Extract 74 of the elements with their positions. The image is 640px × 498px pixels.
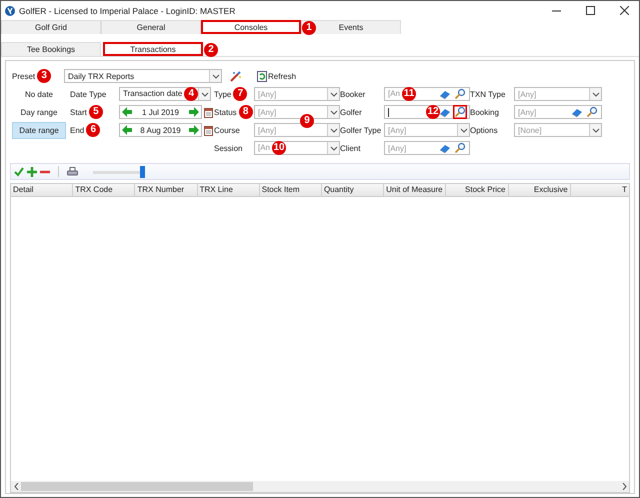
slider-thumb[interactable] xyxy=(140,166,145,178)
printer-icon[interactable] xyxy=(67,166,78,176)
search-icon[interactable] xyxy=(453,105,467,119)
tab[interactable]: Tee Bookings xyxy=(1,42,101,56)
callout-badge: 2 xyxy=(204,43,218,57)
field-label: Course xyxy=(214,126,240,134)
scroll-right-icon[interactable] xyxy=(622,483,626,490)
date-mode-button[interactable]: No date xyxy=(12,86,66,102)
app-logo-icon[interactable] xyxy=(5,6,15,16)
callout-badge: 3 xyxy=(37,69,52,83)
date-mode-button[interactable]: Date range xyxy=(12,122,66,138)
column-header[interactable]: Quantity xyxy=(322,184,384,196)
field-label: Booking xyxy=(470,108,499,116)
field-label: Booker xyxy=(340,90,366,98)
column-header[interactable]: TRX Number xyxy=(135,184,198,196)
column-header[interactable]: TRX Line xyxy=(198,184,260,196)
scrollbar-thumb[interactable] xyxy=(21,482,253,491)
field-label: Client xyxy=(340,144,360,152)
column-header[interactable]: Detail xyxy=(11,184,74,196)
callout-badge: 4 xyxy=(184,87,198,101)
callout-badge: 10 xyxy=(272,141,286,155)
eraser-icon[interactable] xyxy=(439,88,451,100)
tab[interactable]: General xyxy=(101,20,201,34)
field-label: Session xyxy=(214,144,242,152)
lookup-field[interactable] xyxy=(384,105,470,119)
plus-icon[interactable] xyxy=(27,166,37,176)
field-label: Type xyxy=(214,90,232,98)
callout-badge: 11 xyxy=(402,87,416,101)
callout-badge: 5 xyxy=(88,105,103,119)
field-label: TXN Type xyxy=(470,90,506,98)
dropdown[interactable]: [An 10 xyxy=(254,141,340,155)
maximize-icon[interactable] xyxy=(586,6,594,15)
calendar-icon[interactable] xyxy=(204,106,213,118)
column-header[interactable]: T xyxy=(570,184,629,196)
column-header[interactable]: Exclusive xyxy=(508,184,571,196)
date-mode-button[interactable]: Day range xyxy=(12,104,66,120)
search-icon[interactable] xyxy=(453,87,467,101)
refresh-button[interactable]: Refresh xyxy=(257,70,296,82)
date-field[interactable]: 1 Jul 2019 xyxy=(119,105,202,119)
dropdown[interactable]: Transaction date 4 xyxy=(119,87,211,101)
column-header[interactable]: Stock Item xyxy=(260,184,322,196)
magic-wand-icon[interactable] xyxy=(230,70,241,82)
field-label: Options xyxy=(470,126,498,134)
tab[interactable]: Golf Grid xyxy=(1,20,101,34)
search-icon[interactable] xyxy=(585,105,599,119)
eraser-icon[interactable] xyxy=(571,106,583,118)
dropdown[interactable]: Daily TRX Reports xyxy=(64,69,222,83)
eraser-icon[interactable] xyxy=(439,142,451,154)
eraser-icon[interactable] xyxy=(439,106,451,118)
field-label: Status xyxy=(214,108,237,116)
column-header[interactable]: Stock Price xyxy=(446,184,508,196)
field-label: End xyxy=(70,126,84,134)
date-field[interactable]: 8 Aug 2019 xyxy=(119,123,202,137)
column-header[interactable]: TRX Code xyxy=(73,184,136,196)
callout-badge: 7 xyxy=(233,87,248,101)
close-icon[interactable] xyxy=(620,6,628,15)
right-arrow-icon[interactable] xyxy=(188,107,199,117)
window-title: GolfER - Licensed to Imperial Palace - LoginID: MASTER xyxy=(19,6,236,16)
field-label: Golfer xyxy=(340,108,362,116)
refresh-icon[interactable] xyxy=(257,70,267,82)
calendar-icon[interactable] xyxy=(204,124,213,136)
lookup-field[interactable]: [An 11 xyxy=(384,87,470,101)
field-label: Start xyxy=(70,108,87,116)
checkmark-icon[interactable] xyxy=(14,166,24,176)
callout-badge: 6 xyxy=(86,123,100,137)
right-arrow-icon[interactable] xyxy=(188,125,199,135)
scroll-left-icon[interactable] xyxy=(14,483,18,490)
zoom-slider[interactable] xyxy=(93,166,145,178)
search-icon[interactable] xyxy=(453,141,467,155)
field-label: Date Type xyxy=(70,90,106,98)
column-header[interactable]: Unit of Measure xyxy=(384,184,446,196)
field-label: Golfer Type xyxy=(340,126,382,134)
field-label: Preset xyxy=(12,72,36,80)
callout-badge: 8 xyxy=(238,105,253,119)
